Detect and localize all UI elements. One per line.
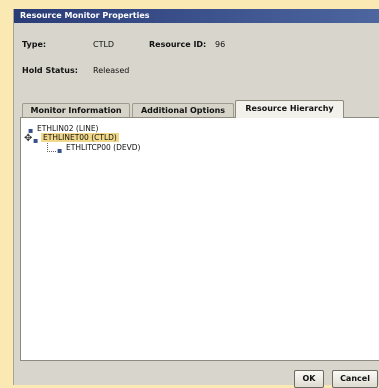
tab-label: Additional Options (140, 106, 226, 115)
ok-button[interactable]: OK (294, 370, 324, 388)
cancel-button[interactable]: Cancel (332, 370, 378, 388)
type-value: CTLD (93, 40, 115, 49)
tree-node-ethlinet00[interactable]: ETHLINET00 (CTLD) (41, 133, 119, 142)
tree-node-ethlin02[interactable]: ETHLIN02 (LINE) (37, 124, 98, 133)
tab-monitor-information[interactable]: Monitor Information (22, 103, 130, 117)
device-resource-icon: ▪ (57, 146, 63, 155)
resource-id-label: Resource ID: (149, 40, 207, 49)
window-title: Resource Monitor Properties (20, 11, 150, 20)
resource-monitor-window: Resource Monitor Properties Type: CTLD R… (13, 9, 379, 388)
resource-id-value: 96 (215, 40, 226, 49)
hold-status-value: Released (93, 66, 130, 75)
tab-additional-options[interactable]: Additional Options (132, 103, 234, 117)
expand-toggle-icon[interactable]: ✥ (24, 134, 32, 144)
tree-node-ethlitcp00[interactable]: ETHLITCP00 (DEVD) (66, 143, 140, 152)
tab-resource-hierarchy[interactable]: Resource Hierarchy (235, 100, 344, 118)
hold-status-label: Hold Status: (22, 66, 78, 75)
type-label: Type: (22, 40, 47, 49)
tab-label: Monitor Information (30, 106, 122, 115)
resource-hierarchy-panel: ▪ ETHLIN02 (LINE) ✥ ▪ ETHLINET00 (CTLD) … (20, 117, 379, 361)
tab-label: Resource Hierarchy (245, 104, 334, 113)
controller-resource-icon: ▪ (33, 136, 39, 145)
tree-connector (47, 143, 56, 152)
title-bar[interactable]: Resource Monitor Properties (14, 9, 379, 23)
